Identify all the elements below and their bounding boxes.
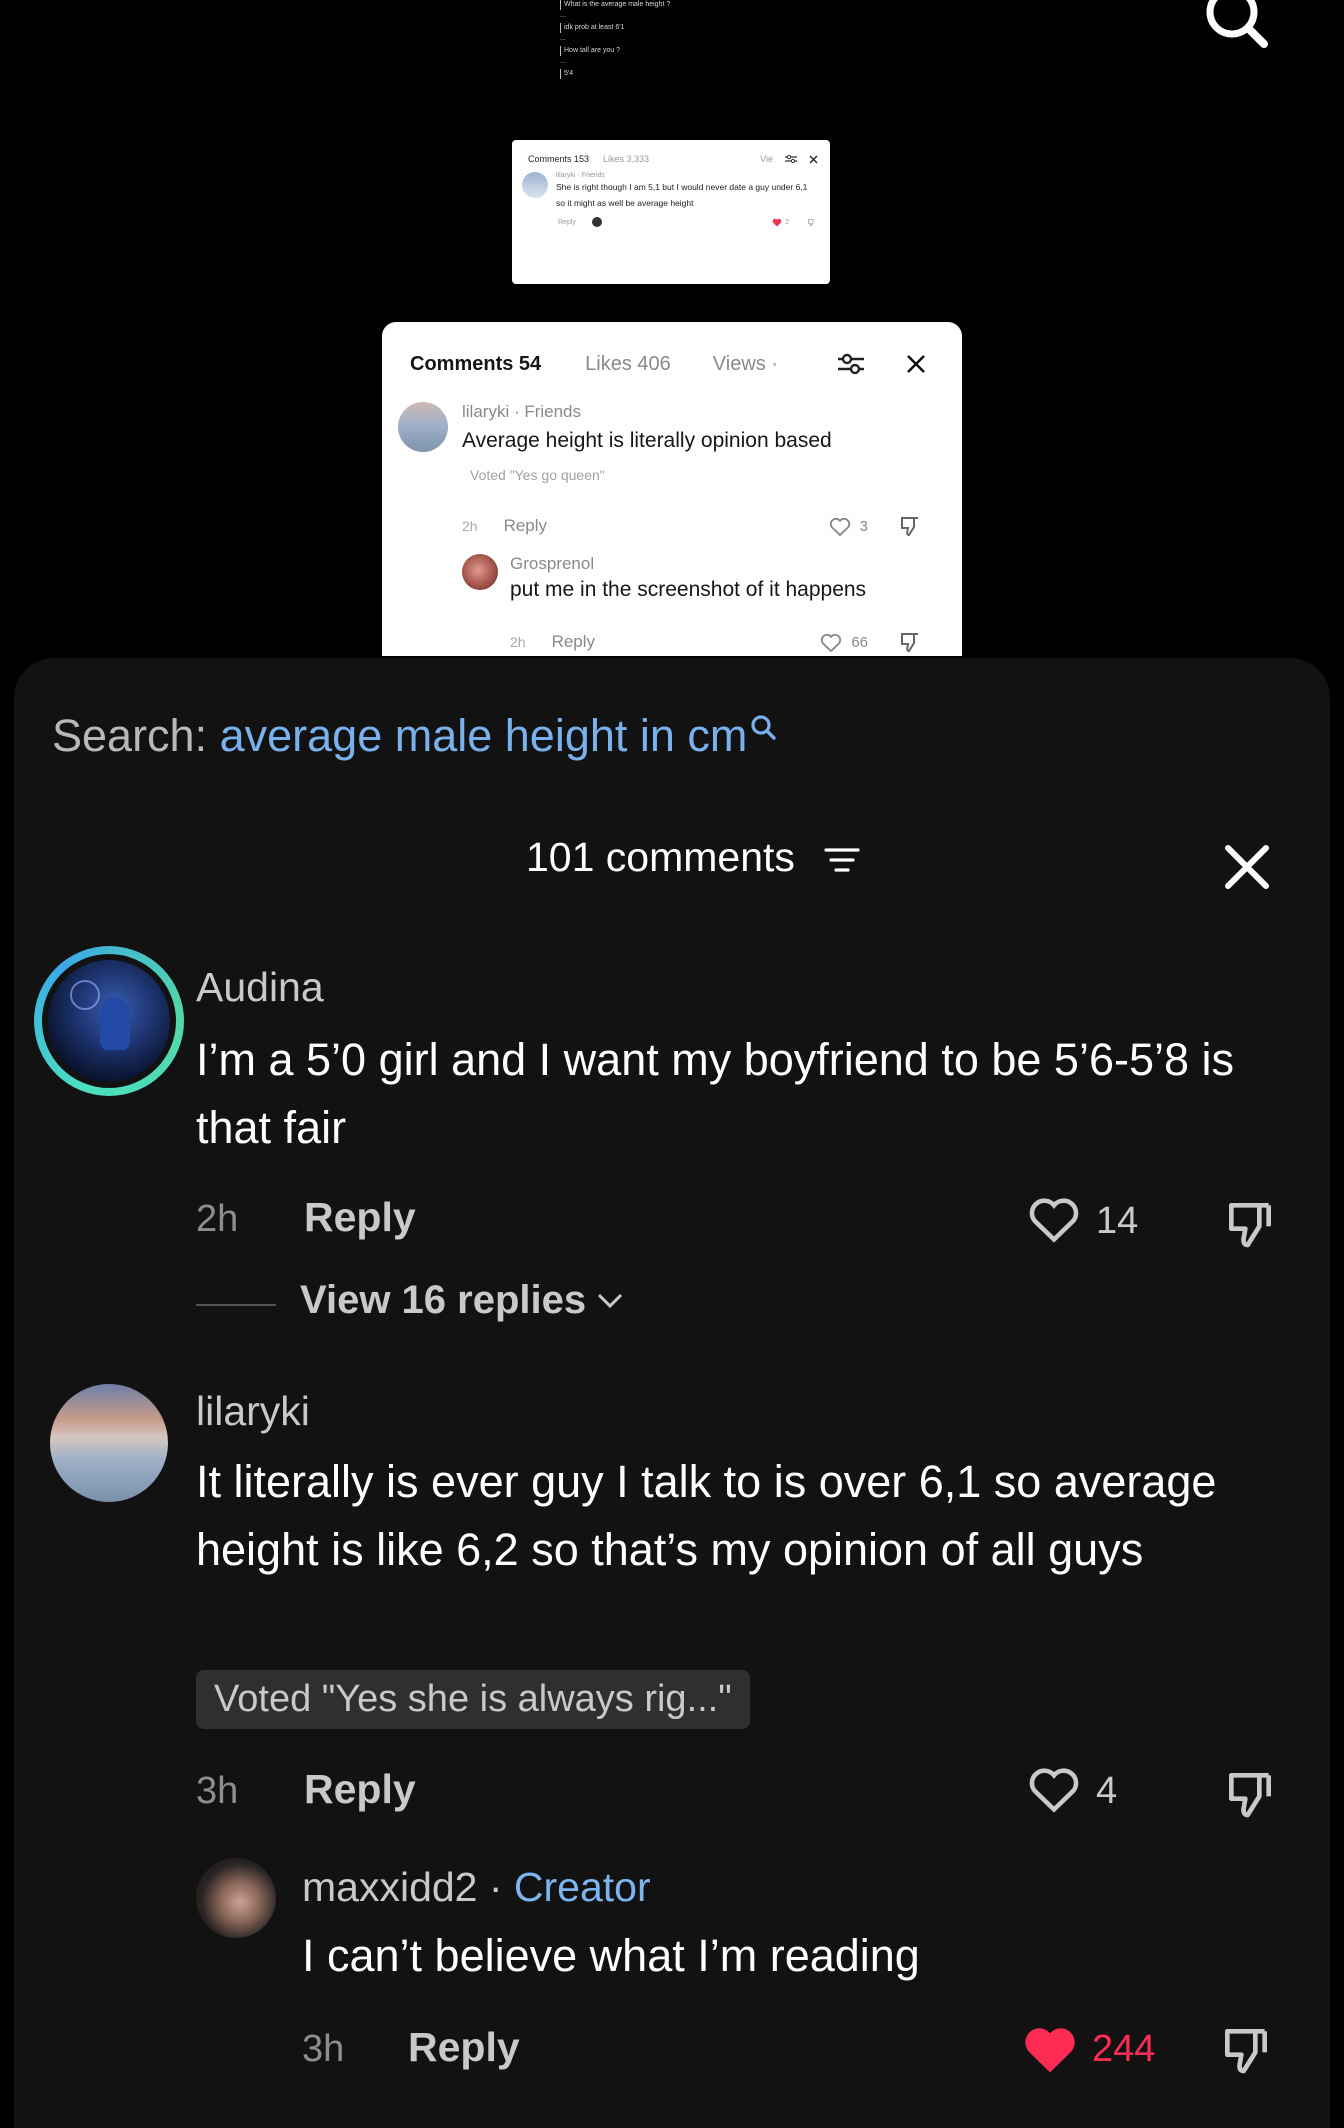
close-icon bbox=[907, 355, 925, 373]
reply-username[interactable]: maxxidd2 bbox=[302, 1864, 477, 1910]
comment-time: 2h bbox=[462, 518, 478, 534]
tab-comments: Comments 54 bbox=[410, 352, 542, 375]
reply-text: put me in the screenshot of it happens bbox=[510, 578, 867, 601]
avatar bbox=[462, 554, 498, 590]
reply-button[interactable]: Reply bbox=[304, 1194, 416, 1241]
tab-comments: Comments 153 bbox=[528, 154, 590, 164]
reply-avatar bbox=[591, 217, 602, 227]
background-screenshot-thread: What is the average male height ? — idk … bbox=[560, 0, 750, 83]
comment-username: lilaryki · Friends bbox=[462, 402, 582, 421]
comment-text: She is right though I am 5,1 but I would… bbox=[556, 182, 808, 208]
comment-text: Average height is literally opinion base… bbox=[462, 429, 832, 452]
search-prefix: Search: bbox=[52, 710, 208, 761]
filter-sliders-icon bbox=[838, 353, 864, 375]
reply-actions: 2h Reply 66 bbox=[510, 630, 922, 654]
avatar[interactable] bbox=[50, 1384, 168, 1502]
tiny-comment-line: How tall are you ? bbox=[560, 46, 750, 56]
tab-likes: Likes 406 bbox=[585, 352, 671, 375]
view-replies-label: View 16 replies bbox=[300, 1278, 587, 1322]
heart-outline-icon[interactable] bbox=[1026, 1764, 1082, 1814]
reply-button[interactable]: Reply bbox=[408, 2024, 520, 2071]
search-suggestion[interactable]: Search: average male height in cm bbox=[52, 710, 777, 762]
vote-badge: Voted "Yes go queen" bbox=[470, 467, 605, 483]
screenshot-card-small: Comments 153 Likes 3,333 Vie lilaryki · … bbox=[512, 140, 830, 284]
comment-username[interactable]: lilaryki bbox=[196, 1388, 310, 1435]
comment-time: 2h bbox=[196, 1198, 239, 1240]
reply-button[interactable]: Reply bbox=[304, 1766, 416, 1813]
tiny-separator: — bbox=[560, 60, 566, 66]
reply-username-row: maxxidd2 · Creator bbox=[302, 1864, 651, 1911]
username-separator: · bbox=[477, 1864, 514, 1910]
heart-outline-icon bbox=[829, 517, 850, 536]
dislike-icon[interactable] bbox=[1218, 2022, 1274, 2078]
filter-sliders-icon bbox=[785, 154, 797, 164]
screenshot-card-medium: Comments 54 Likes 406 Views · lilaryki ·… bbox=[382, 322, 962, 656]
avatar bbox=[522, 172, 548, 198]
tab-views: Vie bbox=[760, 154, 773, 164]
avatar[interactable] bbox=[196, 1858, 276, 1938]
like-count: 244 bbox=[1092, 2028, 1156, 2070]
reply-button: Reply bbox=[558, 218, 576, 226]
dislike-icon bbox=[808, 218, 814, 226]
heart-filled-icon[interactable] bbox=[1020, 2022, 1080, 2076]
like-count: 3 bbox=[859, 517, 868, 535]
tiny-comment-line: What is the average male height ? bbox=[560, 0, 750, 10]
avatar[interactable] bbox=[34, 946, 184, 1096]
tiny-comment-line: idk prob at least 6'1 bbox=[560, 23, 750, 33]
reply-username: Grosprenol bbox=[510, 554, 595, 573]
vote-badge: Voted "Yes she is always rig..." bbox=[196, 1670, 750, 1729]
dislike-icon[interactable] bbox=[1222, 1196, 1278, 1252]
avatar bbox=[398, 402, 448, 452]
comment-text: I’m a 5’0 girl and I want my boyfriend t… bbox=[196, 1034, 1235, 1153]
like-count: 4 bbox=[1096, 1770, 1118, 1812]
tiny-separator: — bbox=[560, 37, 566, 43]
comment-text: It literally is ever guy I talk to is ov… bbox=[196, 1456, 1217, 1575]
heart-outline-icon bbox=[821, 633, 842, 652]
sort-filter-icon[interactable] bbox=[822, 846, 862, 876]
dislike-icon[interactable] bbox=[1222, 1766, 1278, 1822]
reply-text: I can’t believe what I’m reading bbox=[302, 1930, 920, 1981]
heart-filled-icon bbox=[772, 218, 782, 227]
dislike-icon bbox=[901, 633, 918, 653]
like-count: 66 bbox=[851, 633, 868, 651]
search-icon[interactable] bbox=[1196, 0, 1276, 62]
tiny-comment-line: 5'4 bbox=[560, 69, 750, 79]
like-count: 2 bbox=[772, 218, 789, 227]
heart-outline-icon[interactable] bbox=[1026, 1194, 1082, 1244]
creator-badge: Creator bbox=[513, 1864, 651, 1910]
dislike-icon bbox=[901, 517, 918, 537]
comment-username[interactable]: Audina bbox=[196, 964, 324, 1011]
chevron-down-icon bbox=[598, 1293, 623, 1308]
like-count: 14 bbox=[1096, 1200, 1139, 1242]
replies-divider bbox=[196, 1304, 276, 1306]
like-button: 3 bbox=[828, 516, 868, 537]
like-button: 66 bbox=[819, 632, 868, 653]
reply-item: Grosprenol put me in the screenshot of i… bbox=[462, 554, 866, 602]
comment-item: lilaryki · Friends Average height is lit… bbox=[398, 402, 832, 483]
close-icon[interactable] bbox=[1218, 838, 1276, 896]
reply-time: 2h bbox=[510, 634, 526, 650]
search-query-link[interactable]: average male height in cm bbox=[220, 710, 748, 761]
tiny-separator: — bbox=[560, 14, 566, 20]
close-icon bbox=[809, 155, 818, 163]
reply-button: Reply bbox=[503, 516, 548, 535]
view-replies-button[interactable]: View 16 replies bbox=[300, 1278, 624, 1323]
comment-time: 3h bbox=[196, 1770, 239, 1812]
comments-count-title: 101 comments bbox=[526, 834, 795, 880]
reply-button: Reply bbox=[551, 632, 596, 651]
like-count-value: 2 bbox=[785, 218, 789, 226]
comment-username: lilaryki · Friends bbox=[556, 172, 606, 179]
comment-actions: 2h Reply 3 bbox=[462, 514, 922, 538]
reply-time: 3h bbox=[302, 2028, 345, 2070]
search-icon[interactable] bbox=[749, 714, 777, 744]
tab-likes: Likes 3,333 bbox=[603, 154, 650, 164]
tab-views: Views · bbox=[712, 352, 778, 375]
